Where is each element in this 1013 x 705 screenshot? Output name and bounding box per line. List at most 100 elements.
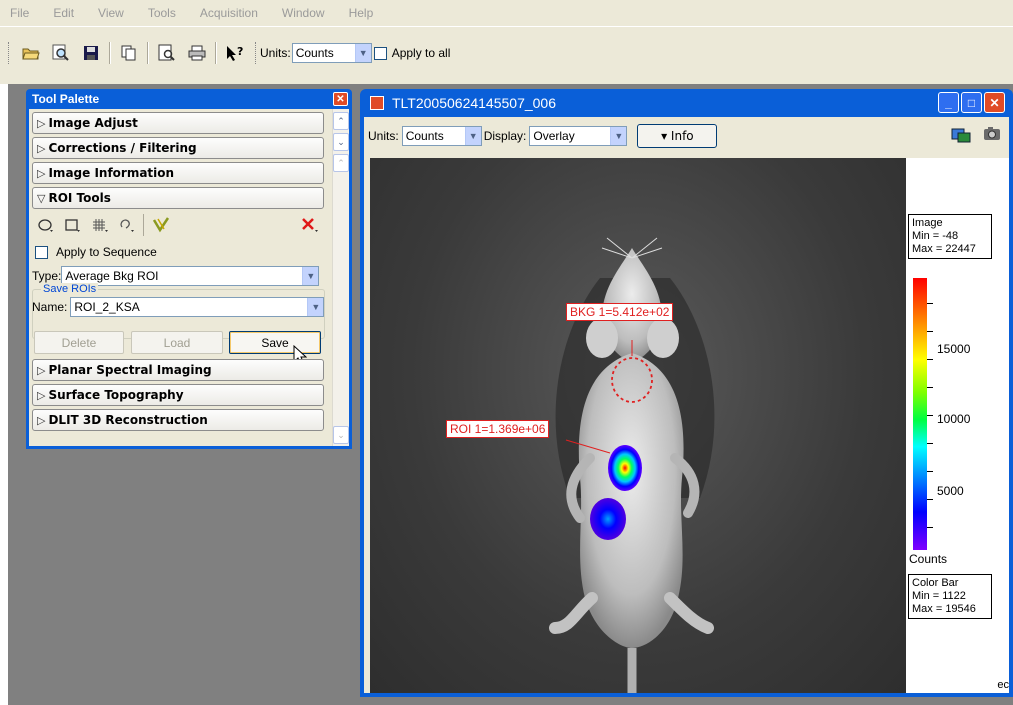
whats-this-help-icon[interactable]: ? xyxy=(223,41,247,65)
display-label: Display: xyxy=(483,129,527,143)
menu-file[interactable]: File xyxy=(10,6,29,20)
chevron-down-icon[interactable]: ▼ xyxy=(354,44,371,62)
apply-to-sequence-row[interactable]: Apply to Sequence xyxy=(35,245,157,259)
menu-window[interactable]: Window xyxy=(282,6,325,20)
scroll-bottom-icon[interactable]: ⌄ xyxy=(333,426,349,444)
ellipse-roi-icon[interactable] xyxy=(35,214,57,236)
section-label: Corrections / Filtering xyxy=(48,141,197,155)
window-controls: _ □ ✕ xyxy=(938,92,1005,113)
apply-to-sequence-checkbox[interactable] xyxy=(35,245,48,259)
apply-to-all-checkbox[interactable]: Apply to all xyxy=(373,46,451,60)
colorbar-stats-box: Color Bar Min = 1122 Max = 19546 xyxy=(908,574,992,619)
color-scale-panel: Image Min = -48 Max = 22447 15000 10000 … xyxy=(906,158,1009,693)
color-bar-tick xyxy=(927,387,933,388)
delete-button[interactable]: Delete xyxy=(34,331,124,354)
bkg-roi-label[interactable]: BKG 1=5.412e+02 xyxy=(566,303,674,321)
rectangle-roi-icon[interactable] xyxy=(62,214,84,236)
section-image-information[interactable]: ▷ Image Information xyxy=(32,162,324,184)
color-bar-tick xyxy=(927,443,933,444)
image-window-toolbar: Units: Counts ▼ Display: Overlay ▼ ▾ Inf… xyxy=(364,117,1009,155)
open-folder-icon[interactable] xyxy=(19,41,43,65)
maximize-icon[interactable]: □ xyxy=(961,92,982,113)
menu-acquisition[interactable]: Acquisition xyxy=(200,6,258,20)
chevron-down-icon[interactable]: ▼ xyxy=(307,298,324,316)
image-window-titlebar[interactable]: TLT20050624145507_006 xyxy=(360,89,1013,117)
section-label: Planar Spectral Imaging xyxy=(48,363,212,377)
expand-triangle-icon: ▷ xyxy=(37,388,46,402)
chevron-down-icon[interactable]: ▼ xyxy=(610,127,627,145)
checkbox-box[interactable] xyxy=(373,46,387,60)
mouse-image[interactable]: BKG 1=5.412e+02 ROI 1=1.369e+06 xyxy=(370,158,906,693)
section-dlit-3d-reconstruction[interactable]: ▷ DLIT 3D Reconstruction xyxy=(32,409,324,431)
tool-palette-window: Tool Palette ✕ ⌃ ⌄ ⌃ ⌄ ▷ Image Adjust ▷ Co… xyxy=(26,89,352,449)
measure-roi-icon[interactable] xyxy=(150,214,172,236)
search-icon[interactable] xyxy=(49,41,73,65)
scroll-down-icon[interactable]: ⌄ xyxy=(333,133,349,151)
roi-type-select[interactable]: Average Bkg ROI ▼ xyxy=(61,266,320,286)
close-icon[interactable]: ✕ xyxy=(333,92,348,106)
color-bar-tick xyxy=(927,359,933,360)
image-window-right-icons xyxy=(951,125,1001,147)
iconbar-separator xyxy=(143,214,144,236)
colorbar-stats-min: Min = 1122 xyxy=(912,590,966,602)
app-icon xyxy=(370,96,384,110)
menu-view[interactable]: View xyxy=(98,6,124,20)
camera-icon[interactable] xyxy=(983,125,1001,147)
color-bar xyxy=(913,278,927,550)
menu-tools[interactable]: Tools xyxy=(148,6,176,20)
save-icon[interactable] xyxy=(79,41,103,65)
section-surface-topography[interactable]: ▷ Surface Topography xyxy=(32,384,324,406)
expand-triangle-icon: ▷ xyxy=(37,166,46,180)
chevron-down-icon[interactable]: ▼ xyxy=(464,127,481,145)
collapse-triangle-icon: ▽ xyxy=(37,191,46,205)
units-label: Units: xyxy=(368,129,399,143)
copy-icon[interactable] xyxy=(117,41,141,65)
roi-type-value: Average Bkg ROI xyxy=(65,269,159,283)
image-window-body: Units: Counts ▼ Display: Overlay ▼ ▾ Inf… xyxy=(364,117,1009,693)
load-button[interactable]: Load xyxy=(131,331,223,354)
toolbar-grip[interactable] xyxy=(8,42,11,64)
scroll-up-icon[interactable]: ⌃ xyxy=(333,112,349,130)
close-icon[interactable]: ✕ xyxy=(984,92,1005,113)
color-bar-label-5000: 5000 xyxy=(937,484,964,498)
name-label: Name: xyxy=(32,300,68,314)
color-bar-tick xyxy=(927,499,933,500)
print-icon[interactable] xyxy=(185,41,209,65)
section-label: Image Adjust xyxy=(48,116,138,130)
menu-edit[interactable]: Edit xyxy=(53,6,74,20)
toolbar-grip[interactable] xyxy=(255,42,258,64)
section-image-adjust[interactable]: ▷ Image Adjust xyxy=(32,112,324,134)
display-select[interactable]: Overlay ▼ xyxy=(529,126,628,146)
roi-measurement-label[interactable]: ROI 1=1.369e+06 xyxy=(446,420,550,438)
delete-roi-icon[interactable] xyxy=(299,214,321,236)
section-label: Surface Topography xyxy=(48,388,184,402)
section-roi-tools[interactable]: ▽ ROI Tools xyxy=(32,187,324,209)
export-image-icon[interactable] xyxy=(951,125,971,147)
units-select[interactable]: Counts ▼ xyxy=(291,43,372,63)
free-draw-roi-icon[interactable] xyxy=(116,214,138,236)
section-corrections-filtering[interactable]: ▷ Corrections / Filtering xyxy=(32,137,324,159)
menu-help[interactable]: Help xyxy=(349,6,374,20)
display-select-value: Overlay xyxy=(533,129,575,143)
colorbar-stats-title: Color Bar xyxy=(912,577,959,589)
apply-to-all-label: Apply to all xyxy=(391,46,451,60)
save-button[interactable]: Save xyxy=(229,331,321,354)
print-preview-icon[interactable] xyxy=(155,41,179,65)
minimize-icon[interactable]: _ xyxy=(938,92,959,113)
chevron-down-icon[interactable]: ▼ xyxy=(302,267,319,285)
corner-text: ec xyxy=(997,679,1009,691)
section-planar-spectral-imaging[interactable]: ▷ Planar Spectral Imaging xyxy=(32,359,324,381)
info-button[interactable]: ▾ Info xyxy=(637,124,718,148)
roi-name-select[interactable]: ROI_2_KSA ▼ xyxy=(70,297,325,317)
tool-palette-titlebar[interactable]: Tool Palette ✕ xyxy=(26,89,352,109)
scroll-up-disabled-icon: ⌃ xyxy=(333,154,349,172)
units-select[interactable]: Counts ▼ xyxy=(401,126,482,146)
expand-triangle-icon: ▷ xyxy=(37,141,46,155)
save-button-label: Save xyxy=(261,335,289,350)
palette-scrollbar[interactable]: ⌃ ⌄ ⌃ ⌄ xyxy=(332,109,349,446)
main-toolbar: ? Units: Counts ▼ Apply to all xyxy=(0,26,1013,84)
menu-bar: File Edit View Tools Acquisition Window … xyxy=(0,0,1013,26)
section-label: Image Information xyxy=(48,166,175,180)
grid-roi-icon[interactable] xyxy=(89,214,111,236)
color-bar-tick xyxy=(927,527,933,528)
